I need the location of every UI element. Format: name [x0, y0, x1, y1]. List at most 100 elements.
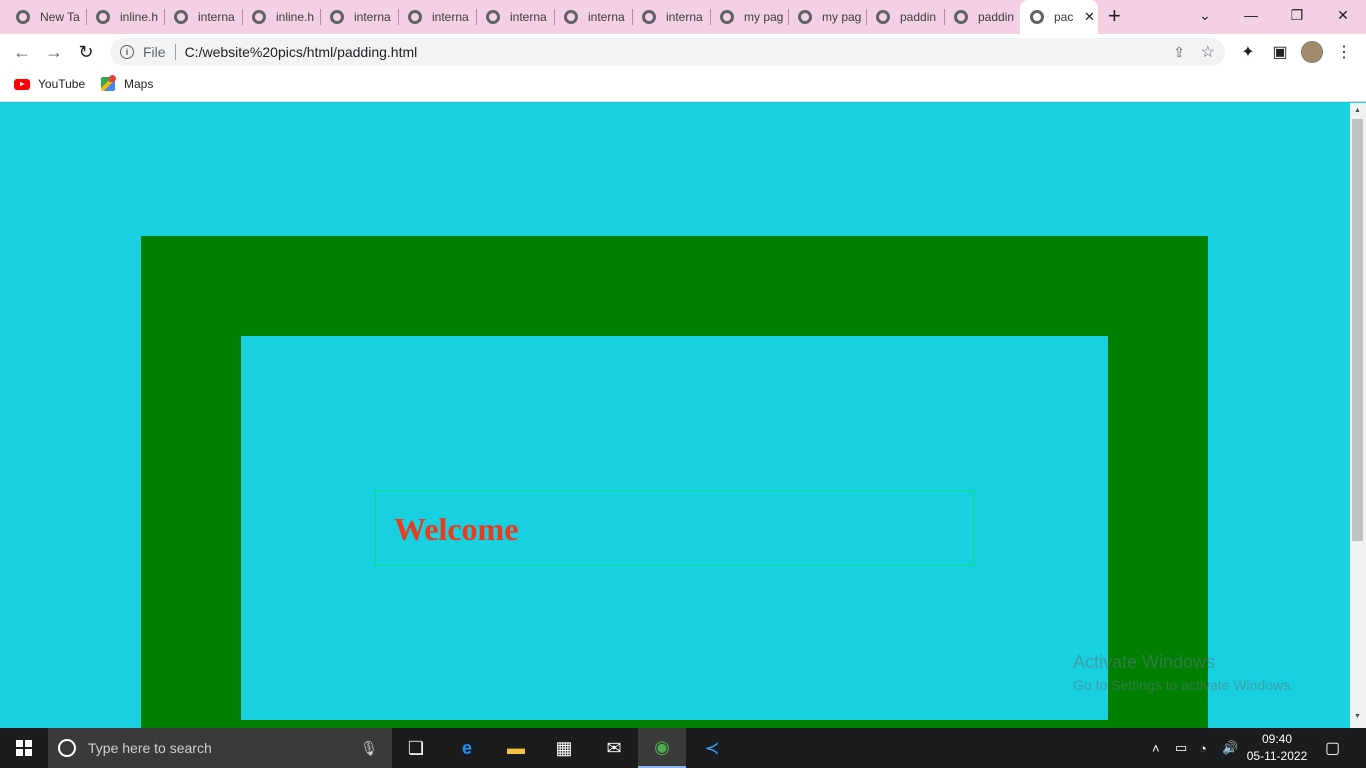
tab-label: interna: [432, 10, 469, 24]
tab-10[interactable]: my pag: [788, 0, 866, 34]
tab-3[interactable]: inline.h: [242, 0, 320, 34]
chrome-icon: [16, 10, 30, 24]
inner-padding-box: Welcome: [241, 336, 1108, 720]
store-icon[interactable]: ▦: [540, 728, 588, 768]
tab-label: inline.h: [276, 10, 315, 24]
tab-1[interactable]: inline.h: [86, 0, 164, 34]
tab-13-active[interactable]: pac ✕: [1020, 0, 1098, 34]
edge-icon[interactable]: e: [443, 728, 491, 768]
bookmark-star-icon[interactable]: ☆: [1201, 42, 1215, 62]
show-hidden-icons-chevron-icon[interactable]: ˄: [1152, 728, 1160, 768]
tab-search-chevron-icon[interactable]: ⌄: [1182, 0, 1228, 30]
tab-4[interactable]: interna: [320, 0, 398, 34]
tab-8[interactable]: interna: [632, 0, 710, 34]
globe-icon: [96, 10, 110, 24]
tab-label: my pag: [744, 10, 784, 24]
tab-label: interna: [588, 10, 625, 24]
maps-icon: [101, 75, 116, 91]
tab-label: interna: [666, 10, 703, 24]
scroll-down-arrow-icon[interactable]: ▼: [1354, 713, 1361, 720]
tab-strip: New Ta inline.h interna inline.h interna…: [0, 0, 1366, 34]
globe-icon: [330, 10, 344, 24]
clock-date: 05-11-2022: [1246, 749, 1308, 763]
microphone-icon[interactable]: 🎙: [360, 740, 378, 757]
search-placeholder: Type here to search: [88, 740, 212, 756]
toolbar: ← → ↻ i File C:/website%20pics/html/padd…: [0, 34, 1366, 70]
taskbar-search[interactable]: Type here to search 🎙: [48, 728, 392, 768]
globe-icon: [954, 10, 968, 24]
globe-icon: [1030, 10, 1044, 24]
bookmark-label: YouTube: [38, 77, 86, 91]
windows-logo-icon: [16, 740, 32, 756]
task-view-icon[interactable]: ❏: [392, 728, 440, 768]
close-window-button[interactable]: ✕: [1320, 0, 1366, 30]
volume-icon[interactable]: 🔊: [1222, 728, 1238, 768]
address-bar[interactable]: i File C:/website%20pics/html/padding.ht…: [110, 38, 1225, 66]
page-heading: Welcome: [394, 511, 519, 547]
reload-icon[interactable]: ↻: [74, 40, 98, 64]
tab-label: interna: [354, 10, 391, 24]
watermark-subtitle: Go to Settings to activate Windows.: [1073, 677, 1294, 693]
share-icon[interactable]: ⇪: [1173, 44, 1185, 61]
page-viewport: Welcome: [0, 103, 1350, 728]
url-text[interactable]: C:/website%20pics/html/padding.html: [185, 44, 418, 60]
bookmark-label: Maps: [124, 77, 154, 91]
tab-11[interactable]: paddin: [866, 0, 944, 34]
profile-avatar[interactable]: [1301, 41, 1323, 63]
tab-label: inline.h: [120, 10, 159, 24]
tab-12[interactable]: paddin: [944, 0, 1020, 34]
scheme-label: File: [143, 44, 166, 60]
extensions-puzzle-icon[interactable]: ✦: [1238, 42, 1258, 62]
globe-icon: [252, 10, 266, 24]
tab-5[interactable]: interna: [398, 0, 476, 34]
clock-time: 09:40: [1261, 732, 1293, 746]
battery-icon[interactable]: ▭: [1175, 728, 1187, 768]
tab-label: interna: [198, 10, 235, 24]
close-tab-icon[interactable]: ✕: [1084, 9, 1095, 25]
outer-padding-box: Welcome: [141, 236, 1208, 728]
tab-label: my pag: [822, 10, 862, 24]
chrome-taskbar-icon[interactable]: ◉: [638, 728, 686, 768]
divider: [174, 44, 176, 60]
scroll-up-arrow-icon[interactable]: ▲: [1354, 107, 1361, 114]
new-tab-button[interactable]: +: [1108, 5, 1121, 27]
tab-label: pac: [1054, 10, 1074, 24]
globe-icon: [564, 10, 578, 24]
tab-label: New Ta: [40, 10, 80, 24]
vertical-scrollbar[interactable]: ▲ ▼: [1350, 103, 1366, 728]
minimize-button[interactable]: —: [1228, 0, 1274, 30]
bookmark-maps[interactable]: Maps: [101, 75, 154, 91]
taskbar: Type here to search 🎙 ❏ e ▬ ▦ ✉ ◉ ≺ ˄ ▭ …: [0, 728, 1366, 768]
menu-kebab-icon[interactable]: ⋮: [1334, 42, 1354, 62]
tab-label: paddin: [978, 10, 1015, 24]
notifications-icon[interactable]: ▢: [1325, 728, 1340, 768]
system-clock[interactable]: 09:40 05-11-2022: [1246, 731, 1308, 765]
watermark-title: Activate Windows: [1073, 652, 1216, 672]
tab-0[interactable]: New Ta: [6, 0, 86, 34]
side-panel-icon[interactable]: ▣: [1270, 42, 1290, 62]
tab-label: paddin: [900, 10, 937, 24]
info-icon[interactable]: i: [120, 45, 134, 59]
start-button[interactable]: [0, 728, 48, 768]
globe-icon: [408, 10, 422, 24]
tab-7[interactable]: interna: [554, 0, 632, 34]
tab-2[interactable]: interna: [164, 0, 242, 34]
youtube-icon: [14, 78, 30, 90]
globe-icon: [642, 10, 656, 24]
tab-6[interactable]: interna: [476, 0, 554, 34]
heading-box: Welcome: [375, 490, 974, 566]
bookmark-youtube[interactable]: YouTube: [14, 77, 85, 91]
wifi-icon[interactable]: ◔: [1199, 728, 1207, 768]
scrollbar-thumb[interactable]: [1352, 119, 1363, 541]
restore-button[interactable]: ❐: [1274, 0, 1320, 30]
globe-icon: [174, 10, 188, 24]
activation-watermark: Activate Windows Go to Settings to activ…: [1073, 652, 1294, 693]
file-explorer-icon[interactable]: ▬: [492, 728, 540, 768]
back-arrow-icon[interactable]: ←: [10, 40, 34, 64]
globe-icon: [798, 10, 812, 24]
forward-arrow-icon[interactable]: →: [42, 40, 66, 64]
tab-9[interactable]: my pag: [710, 0, 788, 34]
vscode-icon[interactable]: ≺: [688, 728, 736, 768]
cortana-icon: [58, 739, 76, 757]
mail-icon[interactable]: ✉: [590, 728, 638, 768]
